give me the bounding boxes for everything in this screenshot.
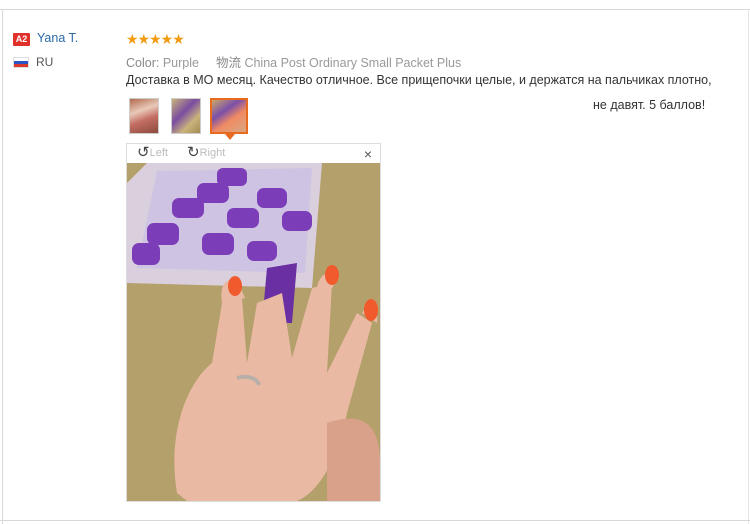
review-thumbnail-2[interactable] <box>171 98 201 134</box>
review-thumbnail-1[interactable] <box>129 98 159 134</box>
divider-right <box>748 9 749 524</box>
rotate-right-button[interactable]: ↻Right <box>187 144 226 162</box>
buyer-level-badge: A2 <box>13 33 30 46</box>
rotate-left-button[interactable]: ↺Left <box>137 144 168 162</box>
divider-bottom <box>0 520 750 521</box>
review-text-line-1: Доставка в МО месяц. Качество отличное. … <box>126 73 712 87</box>
star-rating: ★★★★★ <box>126 31 185 47</box>
divider-top <box>0 9 750 10</box>
review-text-line-2: не давят. 5 баллов! <box>593 98 706 112</box>
reviewer-country: RU <box>36 55 54 69</box>
divider-left <box>2 9 3 524</box>
review-thumbnail-3-selected[interactable] <box>210 98 248 134</box>
shipping-value: China Post Ordinary Small Packet Plus <box>244 56 462 70</box>
rotate-left-icon: ↺ <box>137 144 150 162</box>
review-photo-large <box>127 163 380 501</box>
rotate-left-label: Left <box>149 147 168 159</box>
image-viewer: ↺Left ↻Right × <box>126 143 381 502</box>
order-attributes: Color: Purple 物流 China Post Ordinary Sma… <box>126 52 461 71</box>
rotate-right-label: Right <box>199 147 226 159</box>
russia-flag-icon <box>13 57 29 68</box>
reviewer-name[interactable]: Yana T. <box>37 31 78 45</box>
color-value: Purple <box>162 56 199 70</box>
rotate-right-icon: ↻ <box>187 144 200 162</box>
color-label: Color: <box>126 56 160 70</box>
close-icon[interactable]: × <box>364 147 372 161</box>
active-thumbnail-caret <box>225 134 235 140</box>
shipping-label: 物流 <box>215 56 241 70</box>
